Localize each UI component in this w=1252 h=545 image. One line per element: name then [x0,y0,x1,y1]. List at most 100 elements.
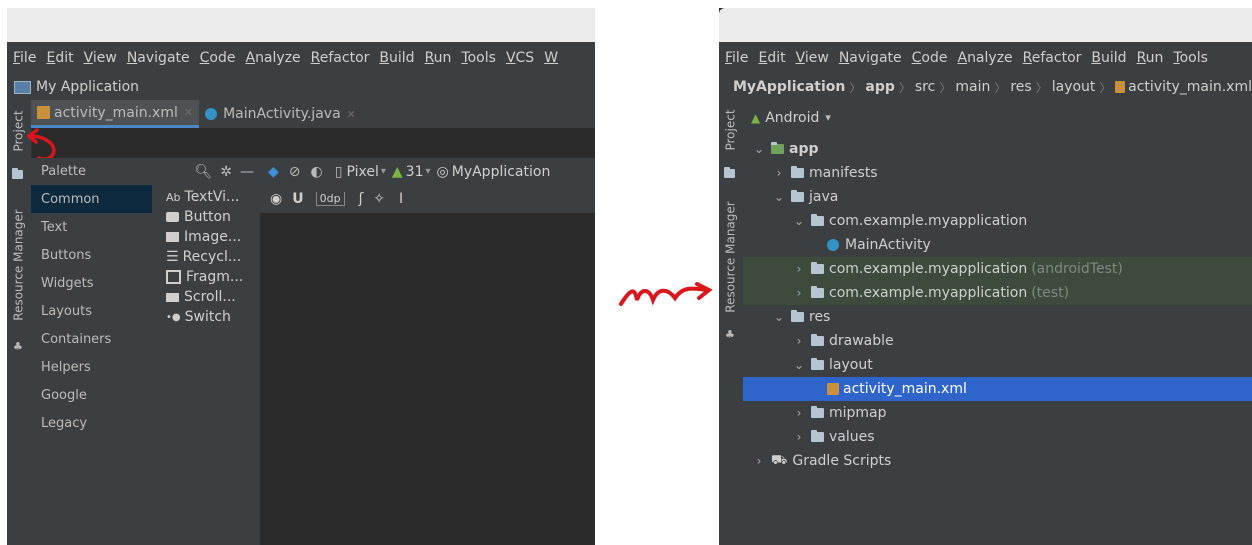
clear-constraints-icon[interactable]: ʃ [359,191,364,207]
chevron-right-icon[interactable]: › [791,286,807,300]
search-icon[interactable]: 🔍︎ [194,164,212,180]
menu-code[interactable]: Code [912,50,948,66]
app-theme-selector[interactable]: MyApplication [452,164,551,180]
tree-row-res[interactable]: ⌄ res [743,305,1252,329]
category-text[interactable]: Text [31,213,152,241]
menu-navigate[interactable]: Navigate [127,50,190,66]
menu-edit[interactable]: Edit [758,50,785,66]
menu-analyze[interactable]: Analyze [957,50,1012,66]
design-canvas[interactable] [260,213,595,545]
chevron-right-icon[interactable]: › [791,406,807,420]
tree-row-layout[interactable]: ⌄ layout [743,353,1252,377]
chevron-right-icon[interactable]: › [751,454,767,468]
tree-row-mainactivity[interactable]: MainActivity [743,233,1252,257]
category-widgets[interactable]: Widgets [31,269,152,297]
device-selector[interactable]: Pixel [346,164,378,180]
category-legacy[interactable]: Legacy [31,409,152,437]
close-icon[interactable]: ✕ [184,106,193,119]
chevron-right-icon[interactable]: › [771,166,787,180]
breadcrumb-app[interactable]: app [865,79,895,95]
breadcrumb-project[interactable]: MyApplication [733,79,845,95]
menu-build[interactable]: Build [1091,50,1126,66]
menu-run[interactable]: Run [425,50,452,66]
widget-imageview[interactable]: Image... [152,227,260,247]
category-common[interactable]: Common [31,185,152,213]
infer-constraints-icon[interactable]: ✧ [373,191,385,207]
chevron-right-icon[interactable]: › [791,430,807,444]
menu-vcs[interactable]: VCS [506,50,534,66]
resource-manager-tool-button[interactable]: Resource Manager [8,200,30,330]
tree-row-values[interactable]: › values [743,425,1252,449]
menu-build[interactable]: Build [379,50,414,66]
orientation-icon[interactable]: ⊘ [289,164,301,180]
resource-manager-tool-button[interactable]: Resource Manager [720,192,742,322]
menu-tools[interactable]: Tools [1173,50,1208,66]
tree-row-package-androidtest[interactable]: › com.example.myapplication (androidTest… [743,257,1252,281]
menu-refactor[interactable]: Refactor [1023,50,1082,66]
minimize-icon[interactable]: — [240,164,254,180]
tree-row-activity-main-xml[interactable]: activity_main.xml [743,377,1252,401]
tree-row-app[interactable]: ⌄ app [743,137,1252,161]
menu-file[interactable]: File [725,50,748,66]
tree-row-drawable[interactable]: › drawable [743,329,1252,353]
magnet-icon[interactable]: U [292,191,303,207]
chevron-down-icon[interactable]: ⌄ [771,190,787,204]
menu-edit[interactable]: Edit [46,50,73,66]
breadcrumb-file[interactable]: activity_main.xml [1128,79,1252,95]
menu-view[interactable]: View [84,50,117,66]
menu-code[interactable]: Code [200,50,236,66]
tab-activity-main-xml[interactable]: activity_main.xml ✕ [31,100,200,128]
widget-fragment[interactable]: Fragm... [152,267,260,287]
chevron-down-icon[interactable]: ▾ [425,166,430,177]
design-surface-icon[interactable]: ◆ [268,164,279,180]
guidelines-icon[interactable]: I [399,191,403,207]
menu-navigate[interactable]: Navigate [839,50,902,66]
tree-row-gradle-scripts[interactable]: › ⛟ Gradle Scripts [743,449,1252,473]
project-tool-button[interactable]: Project [720,104,742,156]
breadcrumb-src[interactable]: src [915,79,935,95]
project-title[interactable]: My Application [36,79,139,95]
default-margin-field[interactable]: 0dp [315,192,345,206]
chevron-down-icon[interactable]: ▾ [825,111,831,124]
tree-row-package-test[interactable]: › com.example.myapplication (test) [743,281,1252,305]
category-containers[interactable]: Containers [31,325,152,353]
gear-icon[interactable]: ✲ [220,164,232,180]
chevron-down-icon[interactable]: ▾ [381,166,386,177]
breadcrumb-main[interactable]: main [955,79,990,95]
eye-icon[interactable]: ◉ [270,191,282,207]
tab-mainactivity-java[interactable]: MainActivity.java ✕ [199,100,362,128]
device-icon[interactable]: ▯ [335,164,343,180]
menu-file[interactable]: File [13,50,36,66]
menu-analyze[interactable]: Analyze [245,50,300,66]
theme-icon[interactable]: ◐ [311,164,323,180]
api-level-selector[interactable]: 31 [406,164,424,180]
close-icon[interactable]: ✕ [347,108,356,121]
widget-switch[interactable]: •● Switch [152,307,260,327]
tree-row-java[interactable]: ⌄ java [743,185,1252,209]
category-layouts[interactable]: Layouts [31,297,152,325]
chevron-down-icon[interactable]: ⌄ [791,214,807,228]
chevron-down-icon[interactable]: ⌄ [791,358,807,372]
menu-view[interactable]: View [796,50,829,66]
breadcrumb-res[interactable]: res [1010,79,1031,95]
menu-window[interactable]: W [544,50,558,66]
tree-row-manifests[interactable]: › manifests [743,161,1252,185]
category-buttons[interactable]: Buttons [31,241,152,269]
project-view-selector[interactable]: Android [765,110,819,126]
chevron-down-icon[interactable]: ⌄ [771,310,787,324]
widget-recyclerview[interactable]: ☰ Recycl... [152,247,260,267]
widget-scrollview[interactable]: Scroll... [152,287,260,307]
chevron-down-icon[interactable]: ⌄ [751,142,767,156]
category-helpers[interactable]: Helpers [31,353,152,381]
chevron-right-icon[interactable]: › [791,334,807,348]
widget-button[interactable]: Button [152,207,260,227]
menu-refactor[interactable]: Refactor [311,50,370,66]
tree-row-mipmap[interactable]: › mipmap [743,401,1252,425]
menu-run[interactable]: Run [1137,50,1164,66]
widget-textview[interactable]: Ab TextVi... [152,187,260,207]
chevron-right-icon[interactable]: › [791,262,807,276]
category-google[interactable]: Google [31,381,152,409]
tree-row-package-main[interactable]: ⌄ com.example.myapplication [743,209,1252,233]
breadcrumb-layout[interactable]: layout [1052,79,1096,95]
menu-tools[interactable]: Tools [461,50,496,66]
